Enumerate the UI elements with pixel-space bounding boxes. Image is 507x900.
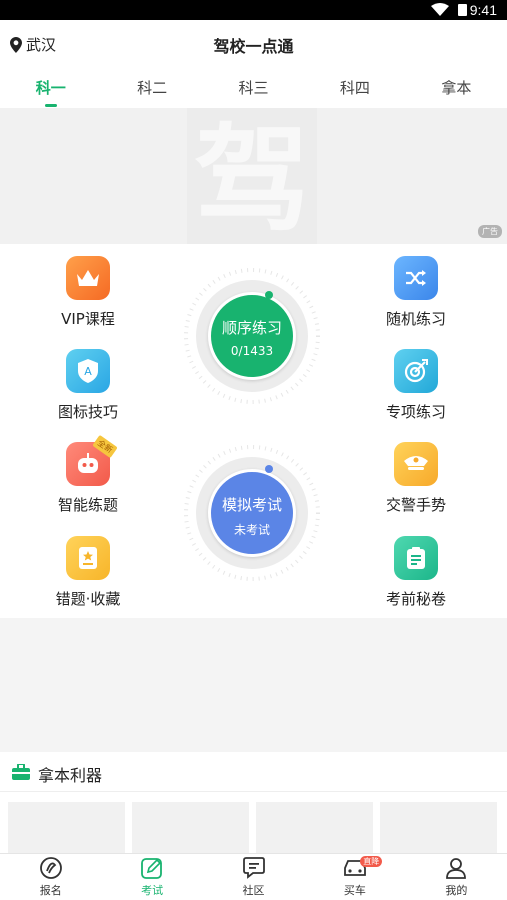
tool-card[interactable] bbox=[256, 802, 373, 854]
mock-exam-title: 模拟考试 bbox=[221, 496, 282, 514]
nav-community[interactable]: 社区 bbox=[203, 854, 304, 900]
vip-course-label: VIP课程 bbox=[61, 310, 115, 328]
nav-exam[interactable]: 考试 bbox=[101, 854, 202, 900]
ad-banner[interactable]: 驾 广告 bbox=[0, 108, 507, 248]
location-selector[interactable]: 武汉 bbox=[10, 34, 56, 55]
mock-exam-dial[interactable]: 模拟考试 未考试 bbox=[182, 443, 322, 583]
tool-card[interactable] bbox=[380, 802, 497, 854]
robot-icon: 全新 bbox=[66, 434, 118, 486]
notebook-star-icon bbox=[66, 536, 110, 580]
target-icon bbox=[394, 349, 438, 393]
wifi-icon bbox=[431, 3, 449, 16]
location-pin-icon bbox=[10, 36, 22, 53]
shield-a-icon: A bbox=[66, 349, 110, 393]
nav-exam-label: 考试 bbox=[141, 884, 164, 897]
license-tools-section: 拿本利器 bbox=[0, 752, 507, 792]
vip-course-item[interactable]: VIP课程 bbox=[33, 256, 143, 329]
ad-tag: 广告 bbox=[478, 225, 502, 238]
tool-card[interactable] bbox=[8, 802, 125, 854]
tool-card[interactable] bbox=[132, 802, 249, 854]
tab-subject-3[interactable]: 科三 bbox=[203, 68, 304, 108]
police-gestures-item[interactable]: 交警手势 bbox=[361, 442, 471, 515]
status-time: 9:41 bbox=[469, 2, 497, 18]
exam-secret-paper-item[interactable]: 考前秘卷 bbox=[361, 536, 471, 609]
nav-buy-car-label: 买车 bbox=[343, 884, 366, 897]
nav-register-label: 报名 bbox=[39, 884, 62, 897]
tab-get-license[interactable]: 拿本 bbox=[406, 68, 507, 108]
section-title: 拿本利器 bbox=[38, 766, 103, 785]
sequential-practice-title: 顺序练习 bbox=[221, 319, 282, 337]
nav-buy-car[interactable]: 直降 买车 bbox=[304, 854, 405, 900]
status-bar: 9:41 bbox=[0, 0, 507, 20]
register-icon bbox=[39, 857, 62, 879]
community-icon bbox=[242, 857, 265, 879]
police-gestures-label: 交警手势 bbox=[385, 496, 446, 514]
tab-subject-2[interactable]: 科二 bbox=[101, 68, 202, 108]
briefcase-icon bbox=[12, 764, 30, 780]
nav-register[interactable]: 报名 bbox=[0, 854, 101, 900]
wrong-favorites-item[interactable]: 错题·收藏 bbox=[33, 536, 143, 609]
smart-practice-item[interactable]: 全新 智能练题 bbox=[33, 434, 143, 515]
mock-exam-status: 未考试 bbox=[233, 523, 270, 537]
svg-text:驾: 驾 bbox=[194, 113, 310, 244]
banner-logo-glyph: 驾 bbox=[194, 113, 310, 248]
location-label: 武汉 bbox=[26, 36, 57, 54]
battery-icon bbox=[458, 4, 467, 16]
police-cap-icon bbox=[394, 442, 438, 486]
sequential-practice-dial[interactable]: 顺序练习 0/1433 bbox=[182, 266, 322, 406]
header: 武汉 驾校一点通 bbox=[0, 20, 507, 68]
icon-tips-item[interactable]: A 图标技巧 bbox=[33, 349, 143, 422]
tab-subject-4[interactable]: 科四 bbox=[304, 68, 405, 108]
tab-subject-1[interactable]: 科一 bbox=[0, 68, 101, 108]
icon-tips-label: 图标技巧 bbox=[57, 403, 118, 421]
progress-dot bbox=[265, 291, 273, 299]
license-tools-cards bbox=[0, 792, 507, 854]
sequential-practice-button[interactable]: 顺序练习 0/1433 bbox=[208, 292, 296, 380]
subject-tabs: 科一 科二 科三 科四 拿本 bbox=[0, 68, 507, 108]
feature-grid: VIP课程 A 图标技巧 全新 智能练题 错题·收藏 随机练习 专项练习 交警手… bbox=[0, 244, 507, 618]
clipboard-icon bbox=[394, 536, 438, 580]
exam-dot bbox=[265, 465, 273, 473]
shuffle-icon bbox=[394, 256, 438, 300]
exam-icon bbox=[141, 858, 163, 879]
banner-logo-placeholder: 驾 bbox=[187, 108, 317, 248]
discount-badge: 直降 bbox=[360, 856, 383, 867]
special-practice-item[interactable]: 专项练习 bbox=[361, 349, 471, 422]
special-practice-label: 专项练习 bbox=[385, 403, 446, 421]
wrong-favorites-label: 错题·收藏 bbox=[55, 590, 121, 608]
random-practice-label: 随机练习 bbox=[385, 310, 446, 328]
random-practice-item[interactable]: 随机练习 bbox=[361, 256, 471, 329]
exam-secret-paper-label: 考前秘卷 bbox=[385, 590, 446, 608]
smart-practice-label: 智能练题 bbox=[57, 496, 118, 514]
mock-exam-button[interactable]: 模拟考试 未考试 bbox=[208, 469, 296, 557]
crown-icon bbox=[66, 256, 110, 300]
bottom-nav: 报名 考试 社区 直降 买车 我的 bbox=[0, 853, 507, 900]
sequential-practice-progress: 0/1433 bbox=[230, 344, 274, 358]
page-title: 驾校一点通 bbox=[213, 37, 294, 56]
nav-community-label: 社区 bbox=[242, 884, 265, 897]
nav-profile-label: 我的 bbox=[445, 884, 468, 897]
nav-profile[interactable]: 我的 bbox=[406, 854, 507, 900]
svg-text:A: A bbox=[84, 365, 92, 378]
profile-icon bbox=[446, 858, 467, 879]
